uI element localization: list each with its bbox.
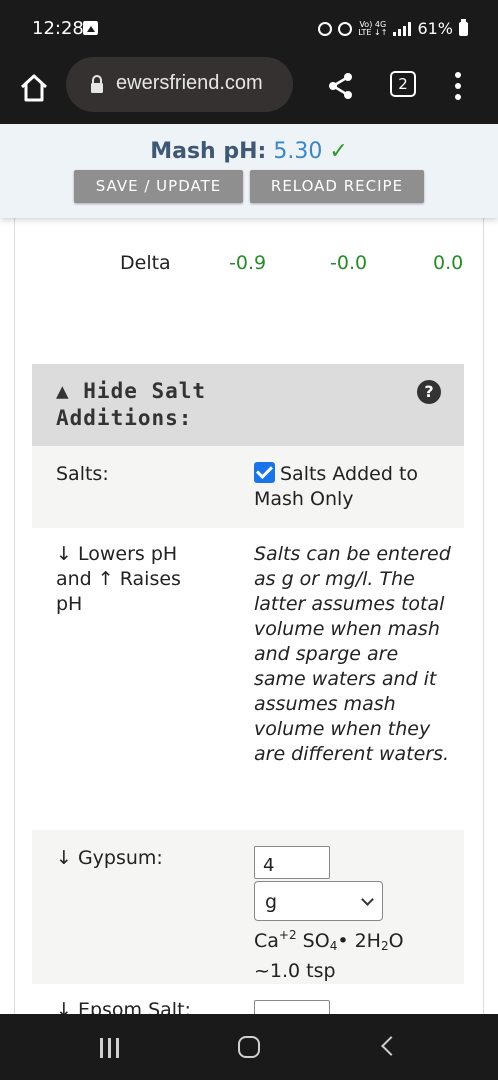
mash-only-label: Salts Added to Mash Only — [254, 463, 419, 510]
page-content: Mash pH: 5.30 ✓ SAVE / UPDATE RELOAD REC… — [0, 124, 498, 1014]
home-icon[interactable] — [16, 70, 52, 106]
salts-label: Salts: — [56, 463, 109, 485]
back-icon[interactable] — [381, 1036, 401, 1056]
salt-info-row: ↓ Lowers pH and ↑ Raises pH Salts can be… — [32, 528, 464, 830]
gypsum-unit-select[interactable]: g — [254, 881, 383, 921]
delta-label: Delta — [120, 252, 171, 274]
salts-row: Salts: Salts Added to Mash Only — [32, 446, 464, 528]
reload-recipe-button[interactable]: RELOAD RECIPE — [250, 170, 424, 203]
status-time: 12:28 — [32, 18, 84, 39]
mash-ph-value: 5.30 — [273, 139, 323, 164]
help-icon[interactable]: ? — [417, 380, 441, 404]
lock-icon — [91, 75, 103, 93]
delta-value: -0.0 — [330, 252, 368, 274]
delta-value: 0.0 — [433, 252, 464, 274]
gypsum-inputs: 4 g Ca+2 SO4• 2H2O ~1.0 tsp — [254, 846, 454, 984]
epsom-amount-input[interactable] — [254, 1000, 330, 1014]
gypsum-tsp: ~1.0 tsp — [254, 960, 336, 982]
address-bar[interactable]: ewersfriend.com — [66, 57, 293, 112]
network-type-icon: Vo) 4G LTE ↓↑ — [358, 19, 388, 37]
save-update-button[interactable]: SAVE / UPDATE — [74, 170, 243, 203]
tab-switcher-button[interactable]: 2 — [390, 71, 416, 97]
gypsum-row: ↓ Gypsum: 4 g Ca+2 SO4• 2H2O ~1.0 tsp — [32, 830, 464, 984]
more-menu-icon[interactable] — [450, 70, 466, 102]
mash-ph-header: Mash pH: 5.30 ✓ SAVE / UPDATE RELOAD REC… — [0, 124, 498, 218]
gypsum-label: ↓ Gypsum: — [56, 847, 163, 869]
salt-additions-title: ▲ Hide Salt Additions: — [56, 379, 207, 430]
home-nav-icon[interactable] — [238, 1036, 260, 1058]
ph-direction-legend: ↓ Lowers pH and ↑ Raises pH — [56, 543, 181, 615]
epsom-row: ↓ Epsom Salt: — [32, 984, 464, 1014]
sync-icon — [318, 21, 333, 36]
battery-percent: 61% — [417, 19, 453, 38]
salt-units-note: Salts can be entered as g or mg/l. The l… — [254, 543, 451, 765]
alarm-icon — [338, 21, 353, 36]
gypsum-amount-input[interactable]: 4 — [254, 846, 330, 879]
delta-value: -0.9 — [229, 252, 267, 274]
mash-ph-label: Mash pH: — [150, 139, 267, 164]
mash-only-checkbox[interactable] — [254, 462, 275, 483]
gypsum-formula: Ca+2 SO4• 2H2O — [254, 928, 404, 953]
url-text: ewersfriend.com — [116, 72, 263, 94]
epsom-inputs — [254, 1000, 454, 1014]
delta-row: Delta -0.9 -0.0 0.0 — [0, 252, 498, 278]
browser-toolbar: ewersfriend.com 2 — [0, 56, 498, 124]
ph-ok-check-icon: ✓ — [329, 139, 348, 164]
chevron-down-icon — [361, 893, 374, 906]
signal-icon — [393, 21, 412, 36]
salts-mash-only-option[interactable]: Salts Added to Mash Only — [254, 462, 454, 512]
image-notification-icon — [83, 21, 98, 35]
epsom-label: ↓ Epsom Salt: — [56, 999, 191, 1014]
recent-apps-icon[interactable] — [100, 1038, 122, 1058]
mash-ph-display: Mash pH: 5.30 ✓ — [0, 139, 498, 164]
status-icons: Vo) 4G LTE ↓↑ 61% — [318, 18, 468, 38]
status-bar: 12:28 Vo) 4G LTE ↓↑ 61% — [0, 0, 498, 56]
system-nav-bar — [0, 1014, 498, 1080]
salt-additions-toggle[interactable]: ▲ Hide Salt Additions: ? — [32, 364, 464, 446]
share-icon[interactable] — [326, 70, 356, 102]
battery-icon — [459, 18, 468, 36]
